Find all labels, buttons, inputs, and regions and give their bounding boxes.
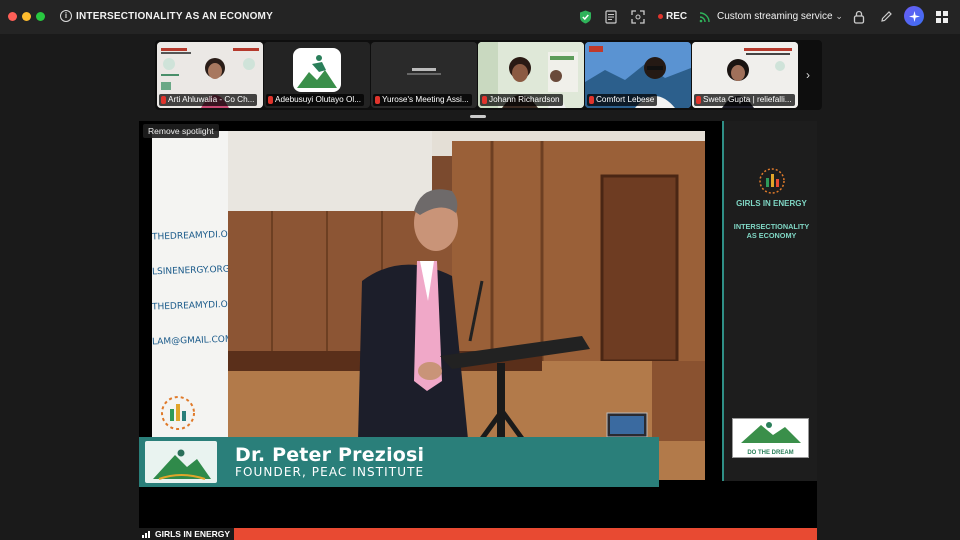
mic-muted-icon xyxy=(161,96,166,104)
speaker-video xyxy=(152,131,705,480)
event-banner: THEDREAMYDI.ORG LSINENERGY.ORG THEDREAMY… xyxy=(152,131,228,439)
mic-muted-icon xyxy=(696,96,701,104)
energy-logo-icon xyxy=(161,396,195,430)
notes-icon[interactable] xyxy=(604,9,619,24)
participant-tile[interactable]: Johann Richardson xyxy=(478,42,584,108)
banner-line: THEDREAMYDI.ORG xyxy=(152,229,228,243)
participant-name: Johann Richardson xyxy=(480,94,563,106)
panel-subtitle-line: INTERSECTIONALITY xyxy=(733,222,810,231)
streaming-service-dropdown[interactable]: Custom streaming service ⌄ xyxy=(717,11,843,22)
girls-in-energy-logo-icon xyxy=(759,168,785,194)
news-ticker: GIRLS IN ENERGY xyxy=(139,528,817,540)
participant-tile[interactable]: Yurose's Meeting Assi... xyxy=(371,42,477,108)
mountain-logo-icon xyxy=(741,422,801,443)
participant-name: Sweta Gupta | reliefalli... xyxy=(694,94,795,106)
ai-sparkle-icon[interactable] xyxy=(904,6,924,26)
meeting-title: INTERSECTIONALITY AS AN ECONOMY xyxy=(76,11,273,22)
logo-text: DO THE DREAM xyxy=(747,450,794,456)
participant-name-text: Johann Richardson xyxy=(489,95,560,104)
lock-icon[interactable] xyxy=(851,9,866,24)
minimize-window-button[interactable] xyxy=(22,12,31,21)
ticker-text: GIRLS IN ENERGY xyxy=(155,529,231,539)
mic-muted-icon xyxy=(482,96,487,104)
streaming-label: Custom streaming service xyxy=(717,11,833,22)
banner-line: THEDREAMYDI.ORG xyxy=(152,299,228,313)
speaker-name: Dr. Peter Preziosi xyxy=(235,444,425,466)
mic-muted-icon xyxy=(375,96,380,104)
participant-name: Adebusuyi Olutayo Ol... xyxy=(266,94,365,106)
participant-tile[interactable]: Arti Ahluwalia - Co Ch... xyxy=(157,42,263,108)
panel-subtitle: INTERSECTIONALITY AS ECONOMY xyxy=(724,222,819,240)
participant-name-text: Yurose's Meeting Assi... xyxy=(382,95,469,104)
lower-third-logo xyxy=(145,441,217,483)
mic-muted-icon xyxy=(589,96,594,104)
banner-line: LSINENERGY.ORG xyxy=(152,264,228,278)
branding-panel: GIRLS IN ENERGY INTERSECTIONALITY AS ECO… xyxy=(722,121,817,481)
info-icon[interactable]: i xyxy=(60,10,72,22)
panel-subtitle-line: AS ECONOMY xyxy=(746,231,797,240)
mic-muted-icon xyxy=(268,96,273,104)
participant-name: Comfort Lebese xyxy=(587,94,658,106)
participant-tile[interactable]: Comfort Lebese xyxy=(585,42,691,108)
participant-name-text: Adebusuyi Olutayo Ol... xyxy=(275,95,362,104)
speaker-role: FOUNDER, PEAC INSTITUTE xyxy=(235,465,425,479)
participant-tile[interactable]: Sweta Gupta | reliefalli... xyxy=(692,42,798,108)
rec-label[interactable]: REC xyxy=(666,11,687,22)
shield-check-icon[interactable] xyxy=(578,9,593,24)
participant-name-text: Comfort Lebese xyxy=(596,95,655,104)
participant-name-text: Arti Ahluwalia - Co Ch... xyxy=(168,95,255,104)
recording-indicator-icon xyxy=(658,14,663,19)
chevron-down-icon: ⌄ xyxy=(835,11,843,21)
banner-line: LAM@GMAIL.COM xyxy=(152,334,228,348)
mountain-logo-icon xyxy=(153,449,211,480)
signal-bars-icon xyxy=(142,531,150,538)
remove-spotlight-button[interactable]: Remove spotlight xyxy=(143,124,219,138)
maximize-window-button[interactable] xyxy=(36,12,45,21)
close-window-button[interactable] xyxy=(8,12,17,21)
streaming-icon xyxy=(698,9,713,24)
participant-name-text: Sweta Gupta | reliefalli... xyxy=(703,95,792,104)
ticker-label: GIRLS IN ENERGY xyxy=(139,528,235,540)
title-bar: i INTERSECTIONALITY AS AN ECONOMY REC Cu… xyxy=(0,0,960,34)
participant-name: Yurose's Meeting Assi... xyxy=(373,94,472,106)
participant-name: Arti Ahluwalia - Co Ch... xyxy=(159,94,258,106)
panel-title: GIRLS IN ENERGY xyxy=(736,199,807,208)
grid-view-icon[interactable] xyxy=(934,9,949,24)
speaker-video-frame xyxy=(152,131,705,480)
chevron-right-icon[interactable]: › xyxy=(806,68,810,82)
resize-handle[interactable] xyxy=(470,115,486,118)
do-the-dream-logo: DO THE DREAM xyxy=(732,418,809,458)
pencil-icon[interactable] xyxy=(879,9,894,24)
participant-tile[interactable]: Adebusuyi Olutayo Ol... xyxy=(264,42,370,108)
lower-third: Dr. Peter Preziosi FOUNDER, PEAC INSTITU… xyxy=(139,437,659,487)
fit-screen-icon[interactable] xyxy=(630,9,645,24)
